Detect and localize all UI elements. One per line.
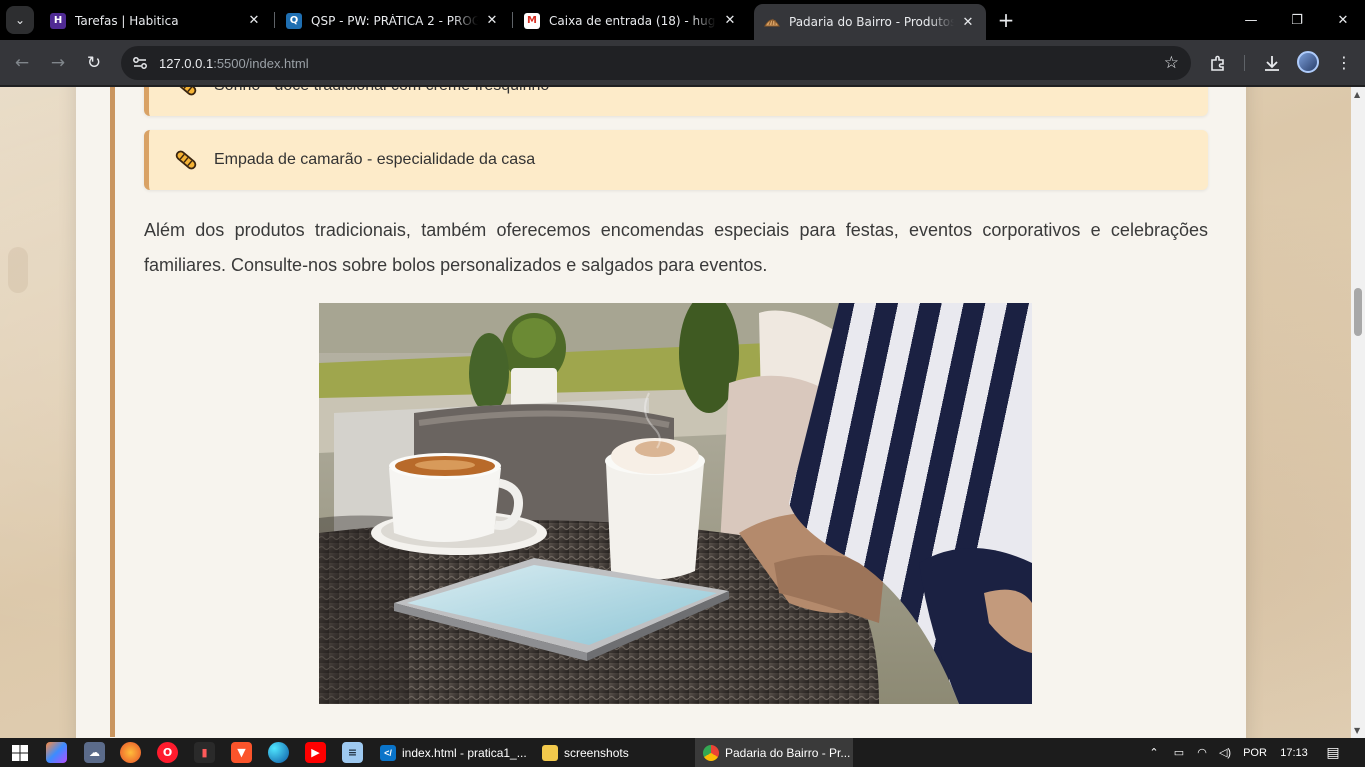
close-icon[interactable]: ✕	[484, 13, 500, 28]
qsp-icon: Q	[286, 12, 302, 29]
bookmark-star-icon[interactable]: ☆	[1164, 53, 1179, 73]
taskbar-window-chrome[interactable]: Padaria do Bairro - Pr...	[695, 738, 853, 767]
scrollbar-thumb[interactable]	[1354, 288, 1362, 336]
product-list-item: Empada de camarão - especialidade da cas…	[144, 130, 1208, 190]
page-viewport: Sonho - doce tradicional com creme fresq…	[0, 87, 1351, 738]
tab-strip: ⌄ H Tarefas | Habitica ✕ Q QSP - PW: PRÁ…	[0, 0, 1365, 40]
site-info-icon[interactable]	[131, 54, 149, 72]
vscode-icon: </	[380, 744, 396, 761]
services-paragraph: Além dos produtos tradicionais, também o…	[144, 220, 1208, 275]
cafe-table-coffee-tablet-photo	[319, 303, 1032, 704]
tab-habitica[interactable]: H Tarefas | Habitica ✕	[40, 5, 272, 36]
extensions-icon[interactable]	[1206, 51, 1230, 75]
tab-search-button[interactable]: ⌄	[6, 6, 34, 34]
chrome-icon	[703, 744, 719, 761]
clock[interactable]: 17:13	[1274, 738, 1314, 767]
scroll-down-arrow-icon[interactable]: ▼	[1354, 726, 1360, 735]
profile-avatar[interactable]	[1297, 51, 1319, 73]
volume-icon[interactable]: ◁)	[1214, 738, 1236, 767]
notepad-icon[interactable]: ≡	[342, 742, 363, 763]
tab-padaria[interactable]: Padaria do Bairro - Produtos Frescos ✕	[754, 4, 986, 40]
bread-icon	[171, 145, 201, 175]
tab-title: Caixa de entrada (18) - hugohenrique	[549, 13, 716, 28]
minimize-button[interactable]: —	[1228, 0, 1274, 40]
taskbar-window-label: screenshots	[564, 745, 629, 760]
brave-icon[interactable]: ▼	[231, 742, 252, 763]
copilot-icon[interactable]	[46, 742, 67, 763]
chevron-down-icon: ⌄	[14, 13, 26, 27]
menu-kebab-icon[interactable]: ⋮	[1332, 51, 1356, 75]
taskbar-window-label: Padaria do Bairro - Pr...	[725, 745, 851, 760]
product-label: Empada de camarão - especialidade da cas…	[214, 151, 536, 168]
winrar-icon[interactable]: ▮	[194, 742, 215, 763]
product-list-item: Sonho - doce tradicional com creme fresq…	[144, 87, 1208, 116]
taskbar-window-label: index.html - pratica1_...	[402, 745, 527, 760]
tray-expand-icon[interactable]: ⌃	[1144, 738, 1164, 767]
address-bar[interactable]: 127.0.0.1:5500/index.html ☆	[121, 46, 1191, 80]
url-path: :5500/index.html	[213, 55, 309, 71]
restore-button[interactable]: ❐	[1274, 0, 1320, 40]
page-scrollbar[interactable]: ▲ ▼	[1351, 87, 1365, 738]
folder-icon	[542, 744, 558, 761]
taskbar-window-vscode[interactable]: </ index.html - pratica1_...	[372, 738, 532, 767]
firefox-icon[interactable]	[120, 742, 141, 763]
habitica-icon: H	[50, 12, 66, 29]
article-accent-border	[110, 87, 115, 737]
product-label: Sonho - doce tradicional com creme fresq…	[214, 87, 549, 95]
gmail-icon: M	[524, 12, 540, 29]
url-host: 127.0.0.1	[159, 55, 214, 71]
wifi-icon[interactable]: ◠	[1192, 738, 1212, 767]
tab-qsp[interactable]: Q QSP - PW: PRÁTICA 2 - PROGRAMAÇÃO ✕	[276, 5, 510, 36]
language-indicator[interactable]: POR	[1238, 738, 1272, 767]
opera-icon[interactable]: O	[157, 742, 178, 763]
battery-icon[interactable]: ▭	[1168, 738, 1190, 767]
close-icon[interactable]: ✕	[246, 13, 262, 28]
close-icon[interactable]: ✕	[960, 15, 976, 30]
notifications-icon[interactable]: ▤	[1320, 738, 1346, 767]
youtube-icon[interactable]: ▶	[305, 742, 326, 763]
edge-icon[interactable]	[268, 742, 289, 763]
bread-icon	[171, 87, 201, 101]
remote-desktop-icon[interactable]: ☁	[84, 742, 105, 763]
download-icon[interactable]	[1260, 51, 1284, 75]
start-button[interactable]	[9, 742, 30, 763]
back-button[interactable]: ←	[10, 51, 34, 75]
tab-title: Padaria do Bairro - Produtos Frescos	[789, 15, 954, 29]
close-icon[interactable]: ✕	[722, 13, 738, 28]
taskbar-window-folder[interactable]: screenshots	[534, 738, 691, 767]
scroll-up-arrow-icon[interactable]: ▲	[1354, 90, 1360, 99]
tab-gmail[interactable]: M Caixa de entrada (18) - hugohenrique ✕	[514, 5, 748, 36]
new-tab-button[interactable]: +	[994, 8, 1018, 32]
forward-button[interactable]: →	[46, 51, 70, 75]
close-window-button[interactable]: ✕	[1320, 0, 1365, 40]
padaria-icon	[764, 14, 780, 30]
reload-button[interactable]: ↻	[82, 51, 106, 75]
tab-title: QSP - PW: PRÁTICA 2 - PROGRAMAÇÃO	[311, 13, 478, 28]
windows-taskbar: ☁ O ▮ ▼ ▶ ≡ </ index.html - pratica1_...…	[0, 738, 1365, 767]
url-text[interactable]: 127.0.0.1:5500/index.html	[159, 56, 309, 71]
browser-toolbar: ← → ↻ 127.0.0.1:5500/index.html ☆ ⋮	[0, 40, 1365, 86]
tab-title: Tarefas | Habitica	[75, 13, 179, 28]
